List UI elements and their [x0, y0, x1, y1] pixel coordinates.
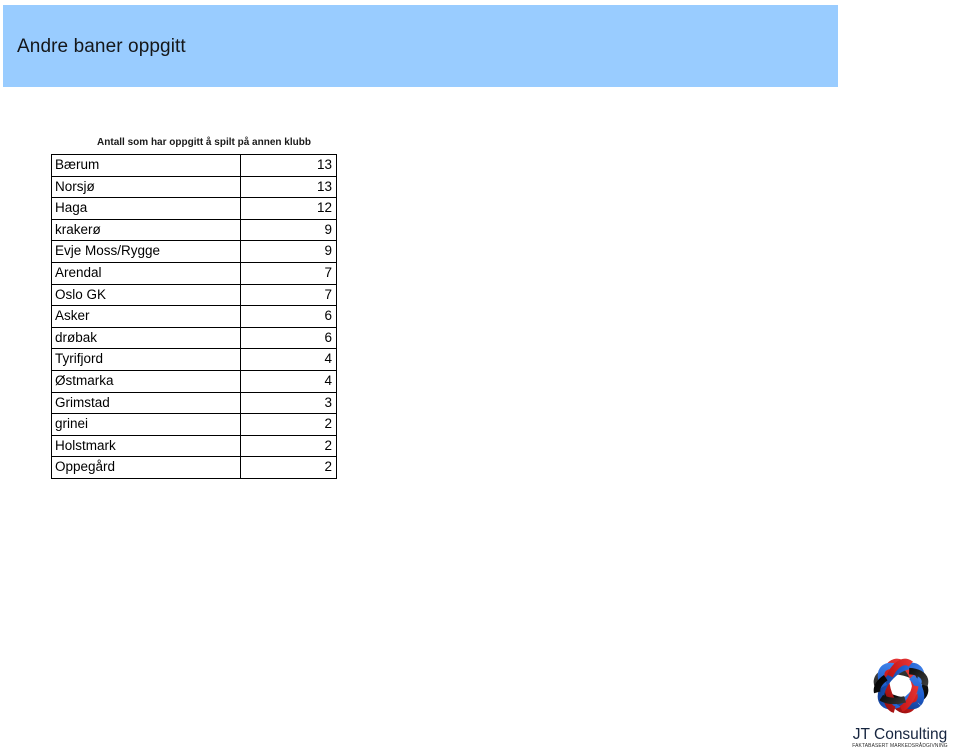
page-title: Andre baner oppgitt	[17, 36, 186, 57]
table-row: Østmarka 4	[51, 369, 337, 393]
club-name-cell: Østmarka	[51, 369, 241, 393]
club-count-table: Bærum 13 Norsjø 13 Haga 12 krakerø 9 Evje Moss/R…	[51, 154, 337, 479]
table-row: drøbak 6	[51, 326, 337, 350]
table-caption: Antall som har oppgitt å spilt på annen …	[97, 137, 311, 148]
club-name-cell: Oppegård	[51, 456, 241, 479]
club-name-cell: Evje Moss/Rygge	[51, 240, 241, 263]
club-count-cell: 2	[240, 456, 337, 479]
club-count-cell: 9	[240, 218, 337, 242]
table-row: Oppegård 2	[51, 456, 337, 479]
club-count-cell: 2	[240, 413, 337, 436]
table-row: Bærum 13	[51, 154, 337, 177]
logo-name-consulting: Consulting	[874, 726, 948, 743]
table-row: Oslo GK 7	[51, 283, 337, 307]
table-row: Asker 6	[51, 305, 337, 328]
club-name-cell: grinei	[51, 413, 241, 436]
club-count-cell: 13	[240, 154, 337, 177]
club-name-cell: Oslo GK	[51, 283, 241, 307]
table-row: grinei 2	[51, 413, 337, 436]
club-count-cell: 7	[240, 261, 337, 285]
interlocking-rings-logo-icon	[859, 645, 943, 727]
club-count-cell: 7	[240, 283, 337, 307]
table-row: Haga 12	[51, 197, 337, 220]
table-row: Grimstad 3	[51, 391, 337, 415]
club-name-cell: krakerø	[51, 218, 241, 242]
club-name-cell: Holstmark	[51, 434, 241, 458]
logo-name-jt: JT	[852, 726, 874, 743]
club-name-cell: Haga	[51, 197, 241, 220]
data-table-block: Antall som har oppgitt å spilt på annen …	[51, 136, 337, 479]
club-count-cell: 6	[240, 305, 337, 328]
company-logo: JT Consulting FAKTABASERT MARKEDSRÅDGIVN…	[845, 645, 955, 753]
club-name-cell: drøbak	[51, 326, 241, 350]
table-row: Arendal 7	[51, 261, 337, 285]
club-count-cell: 9	[240, 240, 337, 263]
club-count-cell: 4	[240, 369, 337, 393]
table-row: Evje Moss/Rygge 9	[51, 240, 337, 263]
club-name-cell: Tyrifjord	[51, 348, 241, 371]
club-name-cell: Norsjø	[51, 175, 241, 199]
table-row: Holstmark 2	[51, 434, 337, 458]
club-count-cell: 6	[240, 326, 337, 350]
header-banner: Andre baner oppgitt	[3, 5, 838, 87]
table-body: Bærum 13 Norsjø 13 Haga 12 krakerø 9 Evje Moss/R…	[51, 154, 337, 479]
table-row: Norsjø 13	[51, 175, 337, 199]
table-row: Tyrifjord 4	[51, 348, 337, 371]
club-count-cell: 4	[240, 348, 337, 371]
club-count-cell: 12	[240, 197, 337, 220]
logo-wordmark: JT Consulting	[845, 727, 955, 743]
club-name-cell: Arendal	[51, 261, 241, 285]
club-count-cell: 3	[240, 391, 337, 415]
logo-tagline: FAKTABASERT MARKEDSRÅDGIVNING	[852, 743, 948, 749]
club-name-cell: Bærum	[51, 154, 241, 177]
club-count-cell: 2	[240, 434, 337, 458]
club-count-cell: 13	[240, 175, 337, 199]
table-row: krakerø 9	[51, 218, 337, 242]
club-name-cell: Asker	[51, 305, 241, 328]
club-name-cell: Grimstad	[51, 391, 241, 415]
